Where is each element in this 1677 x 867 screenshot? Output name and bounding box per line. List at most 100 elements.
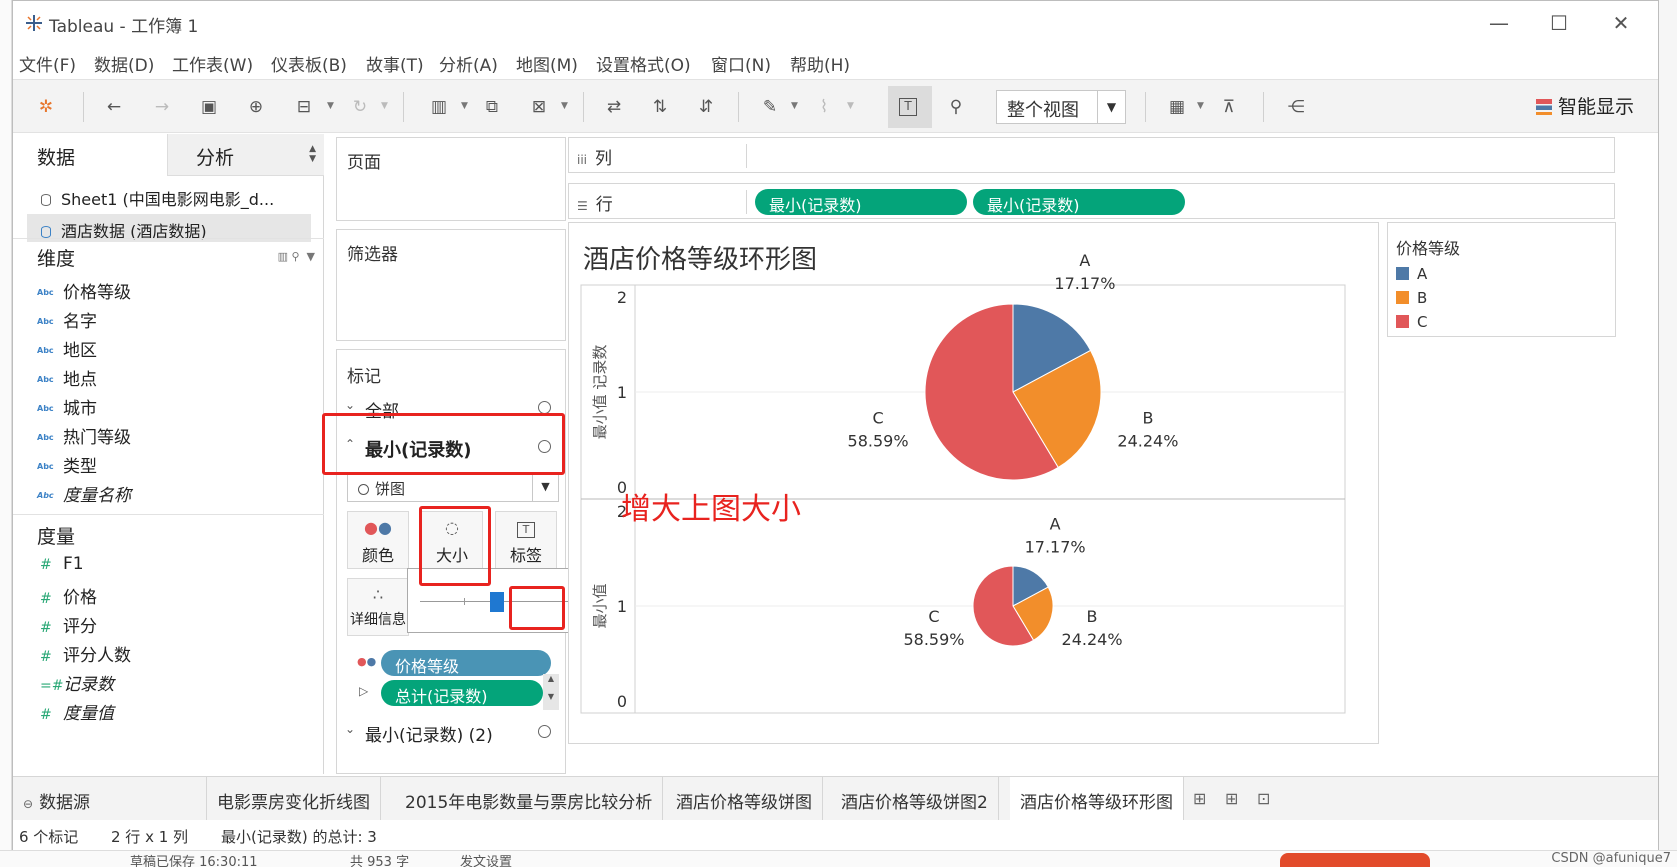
label-button[interactable]: T 标签: [495, 511, 557, 569]
tab-sheet[interactable]: 酒店价格等级饼图: [666, 777, 823, 821]
chevron-down-icon[interactable]: ▼: [561, 101, 568, 111]
chevron-down-icon[interactable]: ▼: [1097, 91, 1125, 123]
measure-field[interactable]: # 评分人数: [37, 641, 131, 666]
minimize-button[interactable]: —: [1479, 9, 1519, 37]
marks-min-records-2-row[interactable]: ⌄ 最小(记录数) (2): [345, 718, 555, 748]
undo-icon[interactable]: ←: [103, 96, 125, 118]
legend-item[interactable]: C: [1396, 313, 1427, 331]
menu-format[interactable]: 设置格式(O): [596, 51, 691, 76]
dimensions-tools-icon[interactable]: ▥ ⚲ ▼: [278, 250, 315, 263]
tab-sheet[interactable]: 2015年电影数量与票房比较分析: [395, 777, 664, 821]
duplicate-sheet-icon[interactable]: ⧉: [481, 96, 503, 118]
dimension-field[interactable]: Abc 类型: [37, 452, 97, 477]
background-right-strip: [1659, 0, 1677, 867]
slice-name-label: B: [1087, 607, 1098, 626]
measure-field[interactable]: =#记录数: [37, 670, 114, 695]
color-pill[interactable]: 价格等级: [381, 650, 551, 676]
mark-type-select[interactable]: 饼图 ▼: [347, 472, 559, 502]
chevron-down-icon[interactable]: ▼: [461, 101, 468, 111]
string-type-icon: Abc: [37, 346, 54, 355]
share-icon[interactable]: ⋲: [1285, 96, 1307, 118]
color-button[interactable]: ●● 颜色: [347, 511, 409, 569]
menu-data[interactable]: 数据(D): [94, 51, 154, 76]
group-members-icon[interactable]: ⌇: [813, 96, 835, 118]
swap-rows-columns-icon[interactable]: ⇄: [603, 96, 625, 118]
chevron-down-icon[interactable]: ▼: [847, 101, 854, 111]
sheet-tabs-bar: ⊖ 数据源 电影票房变化折线图 2015年电影数量与票房比较分析 酒店价格等级饼图…: [13, 776, 1658, 821]
chevron-down-icon[interactable]: ▼: [327, 101, 334, 111]
new-datasource-icon[interactable]: ⊕: [245, 96, 267, 118]
dimension-field[interactable]: Abc 价格等级: [37, 278, 131, 303]
sort-descending-icon[interactable]: ⇵: [695, 96, 717, 118]
menu-file[interactable]: 文件(F): [19, 51, 76, 76]
row-pill[interactable]: 最小(记录数): [973, 189, 1185, 215]
row-pill[interactable]: 最小(记录数): [755, 189, 967, 215]
scrollbar[interactable]: ▲ ▼: [543, 674, 559, 710]
save-icon[interactable]: ▣: [198, 96, 220, 118]
new-worksheet-icon[interactable]: ⊞: [1193, 789, 1206, 808]
legend-item[interactable]: B: [1396, 289, 1427, 307]
tab-analysis[interactable]: 分析 ▲ ▼: [168, 134, 324, 176]
chevron-down-icon[interactable]: ▼: [381, 101, 388, 111]
refresh-icon[interactable]: ↻: [349, 96, 371, 118]
dimension-field[interactable]: Abc 地区: [37, 336, 97, 361]
pages-card[interactable]: 页面: [336, 137, 566, 221]
columns-shelf[interactable]: iii 列: [568, 137, 1615, 173]
menu-worksheet[interactable]: 工作表(W): [172, 51, 253, 76]
measure-field[interactable]: # F1: [37, 554, 84, 574]
tableau-logo-icon: [26, 15, 42, 31]
menu-map[interactable]: 地图(M): [516, 51, 578, 76]
show-cards-icon[interactable]: ▦: [1166, 96, 1188, 118]
slice-percent-label: 17.17%: [1025, 538, 1086, 557]
menu-story[interactable]: 故事(T): [366, 51, 424, 76]
detail-button[interactable]: ∴ 详细信息: [347, 578, 409, 636]
view-fit-select[interactable]: 整个视图 ▼: [996, 90, 1126, 124]
sort-ascending-icon[interactable]: ⇅: [649, 96, 671, 118]
dimension-field[interactable]: Abc 热门等级: [37, 423, 131, 448]
number-type-icon: #: [40, 591, 52, 607]
menu-help[interactable]: 帮助(H): [790, 51, 850, 76]
close-button[interactable]: ✕: [1601, 9, 1641, 37]
new-dashboard-icon[interactable]: ⊞: [1225, 789, 1238, 808]
tab-data[interactable]: 数据: [23, 134, 168, 176]
new-story-icon[interactable]: ⊡: [1257, 789, 1270, 808]
maximize-button[interactable]: ☐: [1539, 9, 1579, 37]
dimension-field[interactable]: Abc 名字: [37, 307, 97, 332]
tab-datasource[interactable]: ⊖ 数据源: [13, 777, 207, 821]
angle-pill[interactable]: 总计(记录数): [381, 680, 543, 706]
redo-icon[interactable]: →: [151, 96, 173, 118]
tab-sheet[interactable]: 酒店价格等级饼图2: [831, 777, 999, 821]
pages-card-title: 页面: [347, 153, 381, 173]
clear-sheet-icon[interactable]: ⊠: [528, 96, 550, 118]
measure-field[interactable]: # 价格: [37, 583, 97, 608]
dimension-field[interactable]: Abc 城市: [37, 394, 97, 419]
tab-sheet-active[interactable]: 酒店价格等级环形图: [1010, 777, 1184, 821]
pause-updates-icon[interactable]: ⊟: [293, 96, 315, 118]
menu-dashboard[interactable]: 仪表板(B): [271, 51, 347, 76]
presentation-mode-icon[interactable]: ⊼: [1218, 96, 1240, 118]
size-slider-handle[interactable]: [490, 592, 505, 612]
tab-sheet[interactable]: 电影票房变化折线图: [207, 777, 381, 821]
legend-item[interactable]: A: [1396, 265, 1427, 283]
size-slider-track[interactable]: [420, 601, 592, 602]
menu-window[interactable]: 窗口(N): [711, 51, 771, 76]
pin-axes-icon[interactable]: ⚲: [945, 96, 967, 118]
show-mark-labels-icon[interactable]: T: [899, 98, 917, 116]
highlight-icon[interactable]: ✎: [759, 96, 781, 118]
menu-analysis[interactable]: 分析(A): [439, 51, 498, 76]
chevron-down-icon[interactable]: ▼: [1197, 101, 1204, 111]
smart-show-button[interactable]: 智能显示: [1535, 92, 1634, 119]
chevron-down-icon[interactable]: ▼: [791, 101, 798, 111]
rows-shelf[interactable]: ☰ 行 最小(记录数) 最小(记录数): [568, 183, 1615, 219]
tableau-home-icon[interactable]: ✲: [35, 96, 57, 118]
filters-card[interactable]: 筛选器: [336, 229, 566, 341]
dimension-field[interactable]: Abc 地点: [37, 365, 97, 390]
datasource-item[interactable]: Sheet1 (中国电影网电影_d...: [27, 186, 274, 210]
new-worksheet-icon[interactable]: ▥: [428, 96, 450, 118]
measure-field[interactable]: # 评分: [37, 612, 97, 637]
publish-settings-link[interactable]: 发文设置: [460, 851, 512, 867]
measure-field[interactable]: # 度量值: [37, 699, 114, 724]
dimension-field[interactable]: Abc 度量名称: [37, 481, 131, 506]
publish-button[interactable]: [1280, 853, 1430, 867]
legend-swatch: [1396, 267, 1409, 280]
